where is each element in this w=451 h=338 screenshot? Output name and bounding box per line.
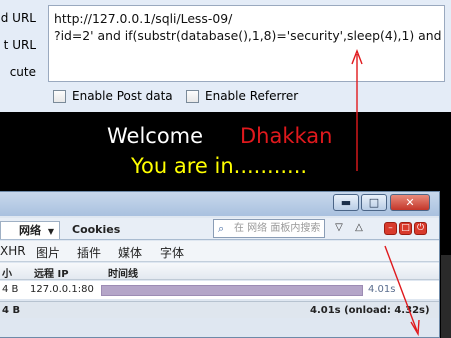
firebug-window: ▬ □ ✕ 网络 ▼ Cookies ⌕ 在 网络 面板内搜索 ▽ △ – □ xyxy=(0,191,440,338)
enable-post-label: Enable Post data xyxy=(72,89,173,103)
detach-panel-button[interactable]: □ xyxy=(399,222,412,235)
maximize-button[interactable]: □ xyxy=(361,194,387,211)
close-icon: ✕ xyxy=(405,196,415,209)
power-icon: ⏻ xyxy=(416,223,425,233)
enable-post-toggle[interactable]: Enable Post data xyxy=(53,88,173,104)
minimize-icon: ▬ xyxy=(340,196,352,209)
net-filter-bar: XHR 图片 插件 媒体 字体 xyxy=(0,241,439,262)
search-placeholder: 在 网络 面板内搜索 xyxy=(234,223,321,234)
chevron-down-icon: ▽ xyxy=(335,222,343,233)
enable-referrer-toggle[interactable]: Enable Referrer xyxy=(186,88,298,104)
hackbar-panel: d URL t URL cute http://127.0.0.1/sqli/L… xyxy=(0,0,451,112)
filter-plugins[interactable]: 插件 xyxy=(77,244,101,261)
minimize-button[interactable]: ▬ xyxy=(333,194,359,211)
minimize-panel-button[interactable]: – xyxy=(384,222,397,235)
net-column-headers: 小 远程 IP 时间线 xyxy=(0,263,439,280)
url-textarea[interactable]: http://127.0.0.1/sqli/Less-09/ ?id=2' an… xyxy=(48,5,445,82)
filter-xhr[interactable]: XHR xyxy=(0,244,26,258)
minimize-icon: – xyxy=(388,223,393,233)
search-icon: ⌕ xyxy=(218,222,225,235)
url-line-2: ?id=2' and if(substr(database(),1,8)='se… xyxy=(54,28,445,43)
footer-size: 4 B xyxy=(2,305,21,316)
right-edge-strip xyxy=(441,255,451,338)
filter-media[interactable]: 媒体 xyxy=(118,244,142,261)
col-remote-ip[interactable]: 远程 IP xyxy=(34,265,69,280)
chevron-up-icon: △ xyxy=(355,222,363,233)
search-next-button[interactable]: ▽ xyxy=(330,220,348,236)
row-size: 4 B xyxy=(2,284,19,295)
load-url-label[interactable]: d URL xyxy=(0,6,42,30)
url-line-1: http://127.0.0.1/sqli/Less-09/ xyxy=(54,11,233,26)
footer-summary: 4.01s (onload: 4.32s) xyxy=(310,305,430,316)
timeline-bar xyxy=(101,285,363,296)
filter-images[interactable]: 图片 xyxy=(36,244,60,261)
close-panel-button[interactable]: ⏻ xyxy=(414,222,427,235)
user-name: Dhakkan xyxy=(240,124,333,148)
row-time: 4.01s xyxy=(368,284,396,295)
search-prev-button[interactable]: △ xyxy=(350,220,368,236)
table-row[interactable]: 4 B 127.0.0.1:80 4.01s xyxy=(0,281,439,299)
search-input[interactable]: ⌕ 在 网络 面板内搜索 xyxy=(213,219,325,238)
close-button[interactable]: ✕ xyxy=(390,194,430,211)
tab-net-label: 网络 xyxy=(19,224,41,237)
checkbox-icon[interactable] xyxy=(186,89,199,103)
split-url-label[interactable]: t URL xyxy=(0,33,42,57)
tab-net[interactable]: 网络 ▼ xyxy=(0,221,60,239)
firebug-titlebar[interactable]: ▬ □ ✕ xyxy=(0,192,439,216)
enable-referrer-label: Enable Referrer xyxy=(205,89,299,103)
net-summary-footer: 4 B 4.01s (onload: 4.32s) xyxy=(0,301,439,318)
filter-fonts[interactable]: 字体 xyxy=(160,244,184,261)
tab-cookies[interactable]: Cookies xyxy=(72,221,120,239)
col-timeline[interactable]: 时间线 xyxy=(108,265,138,280)
row-ip: 127.0.0.1:80 xyxy=(30,284,94,295)
chevron-down-icon[interactable]: ▼ xyxy=(48,227,54,236)
firebug-tabbar: 网络 ▼ Cookies ⌕ 在 网络 面板内搜索 ▽ △ – □ ⏻ xyxy=(0,218,439,240)
execute-label[interactable]: cute xyxy=(0,60,42,84)
welcome-line: Welcome Dhakkan xyxy=(0,124,451,150)
maximize-icon: □ xyxy=(368,196,380,209)
window-icon: □ xyxy=(401,223,410,233)
col-size[interactable]: 小 xyxy=(2,265,12,280)
status-message: You are in........... xyxy=(131,154,308,178)
welcome-text: Welcome xyxy=(107,124,204,148)
checkbox-icon[interactable] xyxy=(53,89,66,103)
